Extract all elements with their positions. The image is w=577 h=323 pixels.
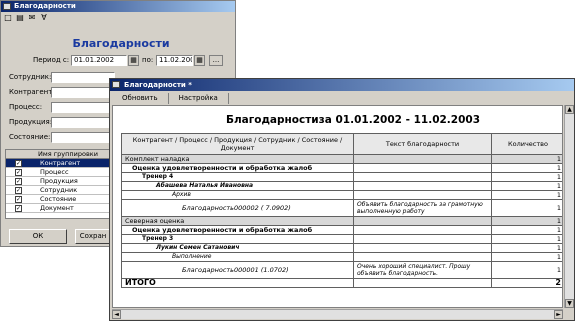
column-header-text: Текст благодарности [353,133,492,155]
table-row[interactable]: Комплект наладка 1 [121,154,562,164]
process-label: Процесс: [9,103,43,111]
modified-marker: * [188,81,192,89]
toolbar: □ ▤ ✉ ∀ [3,13,49,25]
date-to-field[interactable]: 11.02.2003 [156,55,193,66]
ok-button[interactable]: ОК [9,229,67,244]
calendar-to-icon[interactable]: ▦ [194,55,205,66]
employee-field[interactable] [51,72,115,83]
total-row: ИТОГО 2 [121,278,562,288]
column-header-grouping: Контрагент / Процесс / Продукция / Сотру… [121,133,354,155]
table-row[interactable]: Тренер 31 [121,234,562,244]
title-bar[interactable]: Благодарности * [110,79,574,91]
window-title: Благодарности [124,81,186,89]
table-row[interactable]: Лукин Семен Сатанович 1 [121,243,562,253]
state-label: Состояние: [9,133,51,141]
calendar-from-icon[interactable]: ▦ [128,55,139,66]
new-icon[interactable]: □ [3,13,13,23]
report-area: Благодарностиза 01.01.2002 - 11.02.2003 … [112,105,563,308]
window-icon [3,3,11,10]
checkbox[interactable]: ✓ [15,160,22,167]
process-field[interactable] [51,102,115,113]
window-title: Благодарности [14,2,76,10]
table-row[interactable]: Благодарность000002 ( 7.0902) Объявить бл… [121,199,562,217]
product-label: Продукция: [9,118,53,126]
table-row[interactable]: Архив 1 [121,190,562,200]
employee-label: Сотрудник: [9,73,52,81]
refresh-button[interactable]: Обновить [112,92,169,104]
grid-row[interactable]: ✓ Состояние [6,195,116,204]
total-label: ИТОГО [121,278,354,288]
checkbox[interactable]: ✓ [15,187,22,194]
to-label: по: [142,56,154,64]
horizontal-scrollbar[interactable]: ◄ ► [112,309,563,319]
table-row[interactable]: Благодарность000001 (1.0702) Очень хороши… [121,261,562,279]
report-window: Благодарности * Обновить Настройка Благо… [109,78,575,321]
grid-row[interactable]: ✓ Сотрудник [6,186,116,195]
grouping-grid: Имя группировки ✓ Контрагент ✓ Процесс ✓ Пр… [5,149,117,219]
list-icon[interactable]: ▤ [15,13,25,23]
grid-header: Имя группировки [6,150,116,159]
column-header-quantity: Количество [491,133,562,155]
mail-icon[interactable]: ✉ [27,13,37,23]
table-row[interactable]: Тренер 41 [121,172,562,182]
period-select-button[interactable]: ... [209,55,223,66]
state-field[interactable] [51,132,115,143]
grid-row[interactable]: ✓ Продукция [6,177,116,186]
grid-row[interactable]: ✓ Контрагент [6,159,116,168]
window-icon [112,81,120,88]
table-row[interactable]: Оценка удовлетворенности и обработка жал… [121,163,562,173]
scroll-up-icon[interactable]: ▲ [565,105,574,114]
filter-icon[interactable]: ∀ [39,13,49,23]
product-field[interactable] [51,117,115,128]
scroll-left-icon[interactable]: ◄ [112,310,121,319]
total-quantity: 2 [491,278,562,288]
save-button[interactable]: Сохран [75,229,111,244]
scroll-right-icon[interactable]: ► [554,310,563,319]
grid-row[interactable]: ✓ Процесс [6,168,116,177]
scroll-down-icon[interactable]: ▼ [565,299,574,308]
vertical-scrollbar[interactable]: ▲ ▼ [564,105,574,308]
date-from-field[interactable]: 01.01.2002 [71,55,127,66]
checkbox[interactable]: ✓ [15,205,22,212]
table-row[interactable]: Выполнение 1 [121,252,562,262]
counterparty-label: Контрагент: [9,88,55,96]
report-toolbar: Обновить Настройка [112,92,229,104]
period-label: Период с: [33,56,70,64]
checkbox[interactable]: ✓ [15,178,22,185]
table-row[interactable]: Оценка удовлетворенности и обработка жал… [121,225,562,235]
counterparty-field[interactable] [51,87,115,98]
table-row[interactable]: Абашева Наталья Ивановна 1 [121,181,562,191]
settings-button[interactable]: Настройка [169,92,229,104]
table-row[interactable]: Северная оценка 1 [121,216,562,226]
form-heading: Благодарности [72,37,170,50]
checkbox[interactable]: ✓ [15,169,22,176]
report-table: Контрагент / Процесс / Продукция / Сотру… [121,133,562,288]
grid-row[interactable]: ✓ Документ [6,204,116,213]
checkbox[interactable]: ✓ [15,196,22,203]
report-title: Благодарностиза 01.01.2002 - 11.02.2003 [225,114,481,126]
title-bar[interactable]: Благодарности [1,1,235,12]
